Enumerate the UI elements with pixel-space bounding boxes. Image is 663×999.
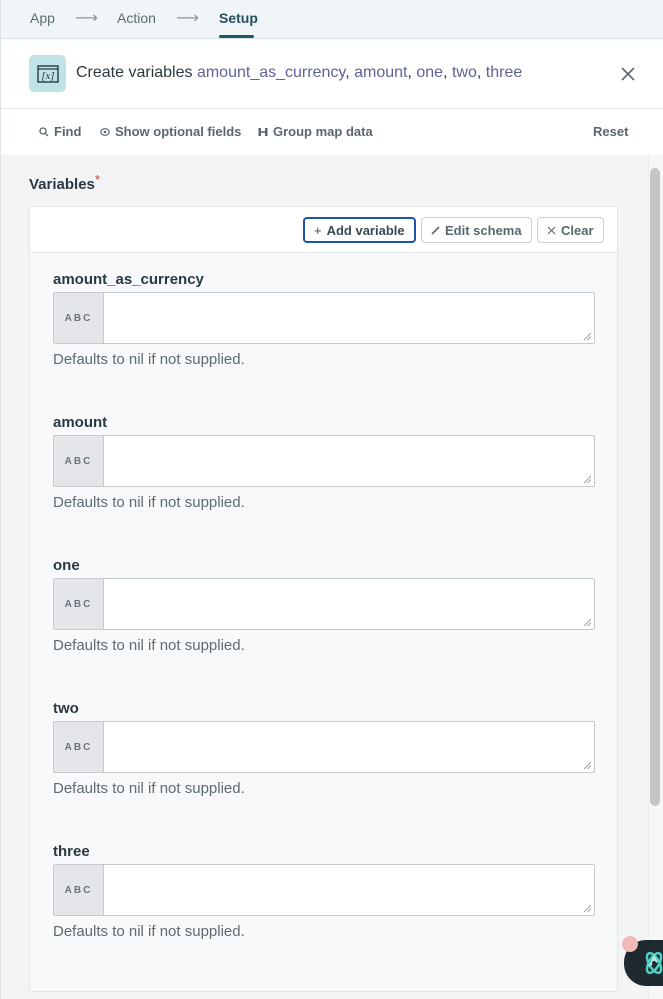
- variables-panel-toolbar: + Add variable Edit schema Clear: [30, 207, 617, 253]
- field-label: two: [53, 700, 79, 717]
- find-label: Find: [54, 124, 82, 139]
- eye-icon: [100, 127, 110, 136]
- toolbar: Find Show optional fields Group map data…: [0, 109, 663, 155]
- edit-schema-button[interactable]: Edit schema: [421, 217, 532, 243]
- atom-assistant-icon: [645, 951, 663, 975]
- arrow-right-icon: ⟶: [176, 10, 199, 27]
- field-input-box: ABC: [53, 864, 595, 916]
- field-label: one: [53, 557, 80, 574]
- pencil-icon: [431, 225, 440, 235]
- close-button[interactable]: [618, 64, 638, 84]
- three-input[interactable]: [104, 865, 594, 915]
- field-hint: Defaults to nil if not supplied.: [53, 351, 245, 368]
- group-map-label: Group map data: [273, 124, 373, 139]
- field-hint: Defaults to nil if not supplied.: [53, 494, 245, 511]
- arrow-right-icon: ⟶: [75, 10, 98, 27]
- field-label: three: [53, 843, 90, 860]
- find-button[interactable]: Find: [39, 124, 81, 139]
- step-title: Create variables amount_as_currency, amo…: [76, 64, 523, 81]
- search-icon: [39, 126, 49, 136]
- type-chip-text[interactable]: ABC: [54, 579, 104, 629]
- field-hint: Defaults to nil if not supplied.: [53, 637, 245, 654]
- group-icon: [258, 127, 268, 136]
- field-hint: Defaults to nil if not supplied.: [53, 923, 245, 940]
- show-optional-label: Show optional fields: [115, 124, 242, 139]
- title-variable: one: [416, 64, 444, 81]
- scrollbar-thumb[interactable]: [650, 168, 660, 806]
- required-mark: *: [95, 172, 101, 187]
- clear-label: Clear: [561, 222, 594, 238]
- variable-window-icon: [x]: [29, 55, 66, 92]
- resize-handle-icon[interactable]: [582, 903, 592, 913]
- field-input-box: ABC: [53, 435, 595, 487]
- close-icon: [621, 67, 635, 81]
- resize-handle-icon[interactable]: [582, 760, 592, 770]
- plus-icon: +: [314, 222, 322, 238]
- field-label: amount: [53, 414, 108, 431]
- breadcrumb-action[interactable]: Action: [117, 10, 156, 26]
- group-map-data-button[interactable]: Group map data: [258, 124, 373, 139]
- field-input-box: ABC: [53, 578, 595, 630]
- breadcrumb: App ⟶ Action ⟶ Setup: [0, 0, 663, 39]
- amount-input[interactable]: [104, 436, 594, 486]
- reset-button[interactable]: Reset: [593, 124, 628, 139]
- one-input[interactable]: [104, 579, 594, 629]
- type-chip-text[interactable]: ABC: [54, 436, 104, 486]
- field-hint: Defaults to nil if not supplied.: [53, 780, 245, 797]
- svg-text:[x]: [x]: [41, 72, 54, 82]
- breadcrumb-app[interactable]: App: [30, 10, 55, 26]
- notification-dot: [622, 936, 638, 952]
- resize-handle-icon[interactable]: [582, 331, 592, 341]
- close-icon: [547, 226, 556, 234]
- add-variable-button[interactable]: + Add variable: [303, 217, 416, 243]
- title-variable: three: [485, 64, 523, 81]
- field-input-box: ABC: [53, 292, 595, 344]
- resize-handle-icon[interactable]: [582, 474, 592, 484]
- field-label: amount_as_currency: [53, 271, 204, 288]
- resize-handle-icon[interactable]: [582, 617, 592, 627]
- edit-schema-label: Edit schema: [445, 222, 522, 238]
- breadcrumb-setup[interactable]: Setup: [219, 10, 258, 26]
- variables-label: Variables: [29, 176, 95, 193]
- title-prefix: Create variables: [76, 64, 193, 81]
- reset-label: Reset: [593, 124, 629, 139]
- variables-panel: + Add variable Edit schema Clear amount_…: [29, 206, 618, 992]
- type-chip-text[interactable]: ABC: [54, 865, 104, 915]
- title-variable: amount_as_currency: [196, 64, 346, 81]
- title-variable: amount: [354, 64, 408, 81]
- step-header: [x] Create variables amount_as_currency,…: [0, 39, 663, 109]
- type-chip-text[interactable]: ABC: [54, 722, 104, 772]
- add-variable-label: Add variable: [326, 222, 405, 238]
- type-chip-text[interactable]: ABC: [54, 293, 104, 343]
- active-tab-indicator: [219, 35, 254, 38]
- clear-button[interactable]: Clear: [537, 217, 604, 243]
- show-optional-fields-button[interactable]: Show optional fields: [100, 124, 241, 139]
- amount-as-currency-input[interactable]: [104, 293, 594, 343]
- title-variable: two: [451, 64, 477, 81]
- field-input-box: ABC: [53, 721, 595, 773]
- two-input[interactable]: [104, 722, 594, 772]
